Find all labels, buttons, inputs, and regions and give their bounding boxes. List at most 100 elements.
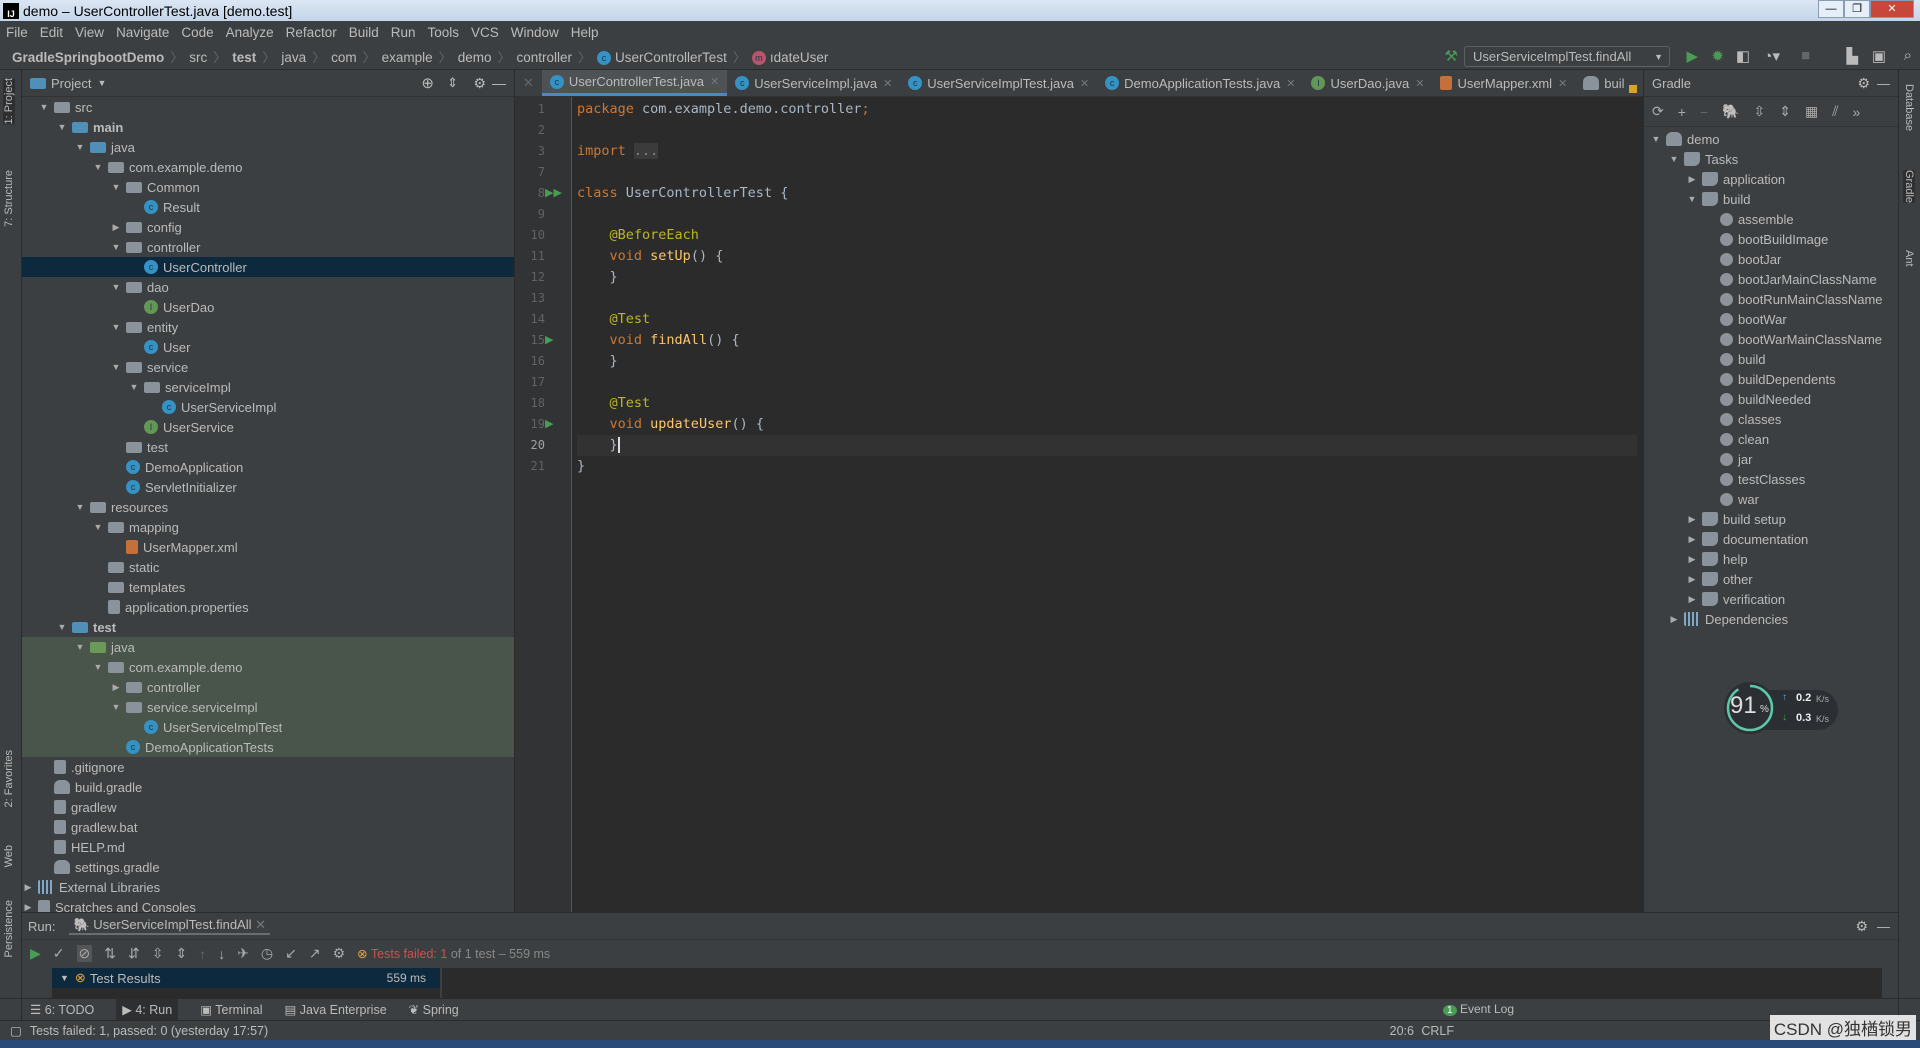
tree-item[interactable]: clean (1644, 429, 1898, 449)
expand-icon[interactable]: ⇳ (152, 945, 164, 962)
gradle-elephant-icon[interactable]: 🐘 (1722, 103, 1739, 120)
chevron-down-icon[interactable]: ▼ (74, 642, 86, 652)
sort-alpha-icon[interactable]: ⇅ (104, 945, 116, 962)
import-icon[interactable]: ↙ (285, 945, 297, 962)
collapse-icon[interactable]: ⇕ (175, 945, 187, 962)
maximize-button[interactable]: ❐ (1844, 0, 1870, 18)
tree-item[interactable]: ▼ Tasks (1644, 149, 1898, 169)
menu-code[interactable]: Code (181, 25, 213, 40)
breadcrumb-item[interactable]: c UserControllerTest (597, 50, 727, 65)
prev-icon[interactable]: ↑ (199, 946, 206, 962)
show-passed-icon[interactable]: ✓ (53, 945, 65, 962)
menu-view[interactable]: View (75, 25, 104, 40)
coverage-icon[interactable]: ◧ (1736, 47, 1750, 65)
strip-project[interactable]: 1: Project (3, 78, 15, 125)
chevron-right-icon[interactable]: ▶ (1686, 574, 1698, 585)
expand-all-icon[interactable]: ⇳ (1754, 103, 1766, 120)
bottom-tab[interactable]: ▤ Java Enterprise (285, 1002, 387, 1017)
editor-tab[interactable]: c UserServiceImpl.java ✕ (727, 70, 900, 96)
tree-item[interactable]: c DemoApplication (22, 457, 514, 477)
tree-item[interactable]: c Result (22, 197, 514, 217)
tree-item[interactable]: .gitignore (22, 757, 514, 777)
line-separator[interactable]: CRLF (1421, 1024, 1454, 1038)
code-line[interactable]: void updateUser() { (577, 414, 1637, 435)
breadcrumb-item[interactable]: test (232, 50, 256, 65)
strip-gradle[interactable]: Gradle (1903, 170, 1915, 204)
menu-build[interactable]: Build (349, 25, 379, 40)
code-line[interactable]: } (577, 267, 1637, 288)
hide-icon[interactable]: — (1877, 919, 1890, 934)
show-ignored-icon[interactable]: ⊘ (76, 945, 93, 962)
breadcrumb-item[interactable]: example (382, 50, 433, 65)
editor-tab[interactable]: c UserServiceImplTest.java ✕ (900, 70, 1097, 96)
chevron-down-icon[interactable]: ▼ (38, 102, 50, 112)
caret-position[interactable]: 20:6 (1390, 1024, 1414, 1038)
gear-icon[interactable]: ⚙ (1857, 75, 1870, 92)
rerun-icon[interactable]: ▶ (30, 945, 41, 962)
chevron-down-icon[interactable]: ▼ (110, 322, 122, 332)
profile-icon[interactable]: ◔▾ (1763, 47, 1780, 65)
warning-marker-icon[interactable] (1629, 85, 1637, 93)
tree-item[interactable]: buildNeeded (1644, 389, 1898, 409)
project-view-select[interactable]: Project (51, 76, 91, 91)
editor-tab[interactable]: I UserDao.java ✕ (1303, 70, 1432, 96)
code-line[interactable] (577, 372, 1637, 393)
tree-item[interactable]: ▼ java (22, 637, 514, 657)
run-icon[interactable]: ▶ (1686, 47, 1698, 65)
tree-item[interactable]: build.gradle (22, 777, 514, 797)
tabs-overflow[interactable]: ✕ (515, 70, 542, 96)
chevron-right-icon[interactable]: ▶ (1686, 174, 1698, 185)
tree-item[interactable]: ▶ other (1644, 569, 1898, 589)
tree-item[interactable]: test (22, 437, 514, 457)
tree-item[interactable]: ▼ mapping (22, 517, 514, 537)
menu-vcs[interactable]: VCS (471, 25, 499, 40)
tree-item[interactable]: ▼ dao (22, 277, 514, 297)
chevron-down-icon[interactable]: ▼ (1668, 154, 1680, 164)
run-gutter-icon[interactable]: ▶▶ (545, 183, 562, 204)
run-gutter-icon[interactable]: ▶ (545, 414, 553, 435)
tree-item[interactable]: ▶ build setup (1644, 509, 1898, 529)
pin-icon[interactable]: ✈ (237, 945, 249, 962)
tree-item[interactable]: bootWarMainClassName (1644, 329, 1898, 349)
menu-run[interactable]: Run (391, 25, 416, 40)
minimize-button[interactable]: — (1818, 0, 1844, 18)
menu-navigate[interactable]: Navigate (116, 25, 169, 40)
chevron-down-icon[interactable]: ▼ (110, 362, 122, 372)
code-line[interactable]: void setUp() { (577, 246, 1637, 267)
tree-item[interactable]: bootRunMainClassName (1644, 289, 1898, 309)
tree-item[interactable]: bootWar (1644, 309, 1898, 329)
tree-item[interactable]: I UserService (22, 417, 514, 437)
chevron-right-icon[interactable]: ▶ (1686, 554, 1698, 565)
strip-database[interactable]: Database (1903, 84, 1915, 131)
chevron-down-icon[interactable]: ▼ (56, 122, 68, 132)
tree-item[interactable]: ▶ documentation (1644, 529, 1898, 549)
chevron-right-icon[interactable]: ▶ (1686, 594, 1698, 605)
tree-item[interactable]: c DemoApplicationTests (22, 737, 514, 757)
close-tab-icon[interactable]: ✕ (1080, 77, 1089, 90)
chevron-right-icon[interactable]: ▶ (110, 682, 122, 693)
tree-item[interactable]: jar (1644, 449, 1898, 469)
close-tab-icon[interactable]: ✕ (710, 75, 719, 88)
test-results-row[interactable]: ▼ ⊗ Test Results 559 ms (52, 968, 440, 988)
editor-tab[interactable]: UserMapper.xml ✕ (1432, 70, 1575, 96)
chevron-down-icon[interactable]: ▼ (92, 662, 104, 672)
strip-favorites[interactable]: 2: Favorites (3, 750, 15, 807)
chevron-down-icon[interactable]: ▼ (128, 382, 140, 392)
close-tab-icon[interactable]: ✕ (1558, 77, 1567, 90)
close-tab-icon[interactable]: ✕ (883, 77, 892, 90)
run-tab[interactable]: 🐘 UserServiceImplTest.findAll ✕ (69, 917, 271, 935)
tree-item[interactable]: application.properties (22, 597, 514, 617)
code-line[interactable]: @Test (577, 309, 1637, 330)
menu-refactor[interactable]: Refactor (286, 25, 337, 40)
tree-item[interactable]: HELP.md (22, 837, 514, 857)
tree-item[interactable]: ▶ help (1644, 549, 1898, 569)
collapse-all-icon[interactable]: ⇕ (447, 75, 458, 91)
tree-item[interactable]: buildDependents (1644, 369, 1898, 389)
add-icon[interactable]: + (1678, 104, 1686, 120)
build-hammer-icon[interactable]: ⚒ (1445, 47, 1458, 65)
console-output[interactable] (442, 968, 1882, 999)
chevron-down-icon[interactable]: ▼ (110, 702, 122, 712)
chevron-down-icon[interactable]: ▼ (110, 282, 122, 292)
bottom-tab[interactable]: ☰ 6: TODO (30, 1002, 94, 1017)
search-icon[interactable]: ⌕ (1904, 47, 1912, 64)
